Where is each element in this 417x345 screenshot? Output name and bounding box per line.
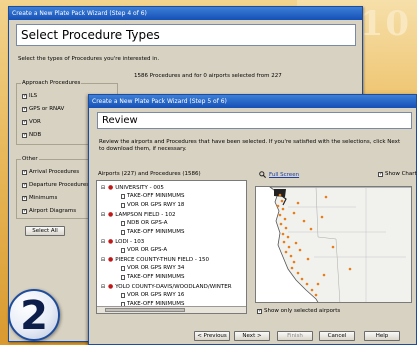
airport-procedure-tree[interactable]: ⊟ ● UNIVERSITY - 005 TAKE-OFF MINIMUMS VOR… <box>96 180 247 314</box>
checkbox-arrival[interactable]: ✓ Arrival Procedures <box>22 169 79 175</box>
west-coast-map <box>256 187 411 302</box>
airport-map[interactable] <box>255 186 412 303</box>
page-description: Review the airports and Procedures that … <box>99 139 401 152</box>
tree-airport-item[interactable]: ⊟ ● UNIVERSITY - 005 <box>100 184 164 191</box>
airport-marker-icon: ● <box>108 184 114 191</box>
document-icon <box>121 229 125 235</box>
page-heading: Review <box>97 112 412 129</box>
tree-procedure-item[interactable]: TAKE-OFF MINIMUMS <box>121 229 184 235</box>
checkbox-icon: ✓ <box>257 307 263 314</box>
tree-airport-item[interactable]: ⊟ ● LODI - 103 <box>100 238 144 245</box>
checkbox-gps-rnav[interactable]: ✓ GPS or RNAV <box>22 106 64 112</box>
checkbox-vor[interactable]: ✓ VOR <box>22 119 41 125</box>
tree-label: Airports (227) and Procedures (1586) <box>98 171 201 177</box>
step-number-badge: 2 <box>8 289 60 341</box>
full-screen-link[interactable]: Full Screen <box>259 171 299 178</box>
window-titlebar[interactable]: Create a New Plate Pack Wizard (Step 5 o… <box>89 95 416 108</box>
tree-procedure-item[interactable]: VOR OR GPS RWY 18 <box>121 202 184 208</box>
background-watermark: 10 <box>359 4 411 44</box>
window-titlebar[interactable]: Create a New Plate Pack Wizard (Step 4 o… <box>9 7 362 20</box>
document-icon <box>121 274 125 280</box>
next-button[interactable]: Next > <box>234 331 270 341</box>
finish-button[interactable]: Finish <box>277 331 313 341</box>
selection-summary: 1586 Procedures and for 0 airports selec… <box>134 73 282 79</box>
checkbox-ils[interactable]: ✓ ILS <box>22 93 37 99</box>
tree-procedure-item[interactable]: VOR OR GPS RWY 34 <box>121 265 184 271</box>
collapse-icon[interactable]: ⊟ <box>100 257 106 263</box>
group-label: Approach Procedures <box>21 80 82 86</box>
tree-airport-item[interactable]: ⊟ ● PIERCE COUNTY-THUN FIELD - 150 <box>100 256 209 263</box>
collapse-icon[interactable]: ⊟ <box>100 239 106 245</box>
show-chart-checkbox[interactable]: ✓ Show Chart <box>378 171 417 177</box>
tree-airport-item[interactable]: ⊟ ● YOLO COUNTY-DAVIS/WOODLAND/WINTER <box>100 283 232 290</box>
collapse-icon[interactable]: ⊟ <box>100 212 106 218</box>
group-label: Other <box>21 156 39 162</box>
checkbox-icon: ✓ <box>22 105 28 112</box>
show-only-selected-checkbox[interactable]: ✓ Show only selected airports <box>257 308 340 314</box>
wizard-step-5-window: Create a New Plate Pack Wizard (Step 5 o… <box>88 94 417 345</box>
scrollbar-thumb[interactable] <box>105 308 185 312</box>
tree-airport-item[interactable]: ⊟ ● LAMPSON FIELD - 102 <box>100 211 176 218</box>
document-icon <box>121 202 125 208</box>
checkbox-icon: ✓ <box>22 168 28 175</box>
cancel-button[interactable]: Cancel <box>319 331 355 341</box>
select-all-button[interactable]: Select All <box>25 226 65 236</box>
previous-button[interactable]: < Previous <box>194 331 230 341</box>
document-icon <box>121 265 125 271</box>
document-icon <box>121 193 125 199</box>
full-screen-label: Full Screen <box>269 171 300 178</box>
collapse-icon[interactable]: ⊟ <box>100 284 106 290</box>
tree-procedure-item[interactable]: TAKE-OFF MINIMUMS <box>121 274 184 280</box>
collapse-icon[interactable]: ⊟ <box>100 185 106 191</box>
page-description: Select the types of Procedures you're in… <box>18 56 160 62</box>
help-button[interactable]: Help <box>364 331 400 341</box>
tree-procedure-item[interactable]: NDB OR GPS-A <box>121 220 167 226</box>
tree-procedure-item[interactable]: TAKE-OFF MINIMUMS <box>121 193 184 199</box>
airport-marker-icon: ● <box>108 211 114 218</box>
airport-marker-icon: ● <box>108 283 114 290</box>
checkbox-departure[interactable]: ✓ Departure Procedures <box>22 182 89 188</box>
magnifier-icon <box>259 171 266 178</box>
tree-procedure-item[interactable]: VOR OR GPS-A <box>121 247 167 253</box>
horizontal-scrollbar[interactable] <box>97 306 246 313</box>
airport-marker-icon: ● <box>108 238 114 245</box>
checkbox-minimums[interactable]: ✓ Minimums <box>22 195 57 201</box>
document-icon <box>121 220 125 226</box>
checkbox-icon: ✓ <box>22 181 28 188</box>
page-heading: Select Procedure Types <box>16 24 356 46</box>
checkbox-icon: ✓ <box>22 118 28 125</box>
checkbox-icon: ✓ <box>22 131 28 138</box>
checkbox-icon: ✓ <box>22 207 28 214</box>
checkbox-icon: ✓ <box>22 92 28 99</box>
checkbox-ndb[interactable]: ✓ NDB <box>22 132 41 138</box>
airport-marker-icon: ● <box>108 256 114 263</box>
tree-procedure-item[interactable]: VOR OR GPS RWY 16 <box>121 292 184 298</box>
checkbox-icon: ✓ <box>22 194 28 201</box>
document-icon <box>121 247 125 253</box>
checkbox-airport-diagrams[interactable]: ✓ Airport Diagrams <box>22 208 76 214</box>
document-icon <box>121 292 125 298</box>
checkbox-icon: ✓ <box>378 170 384 177</box>
